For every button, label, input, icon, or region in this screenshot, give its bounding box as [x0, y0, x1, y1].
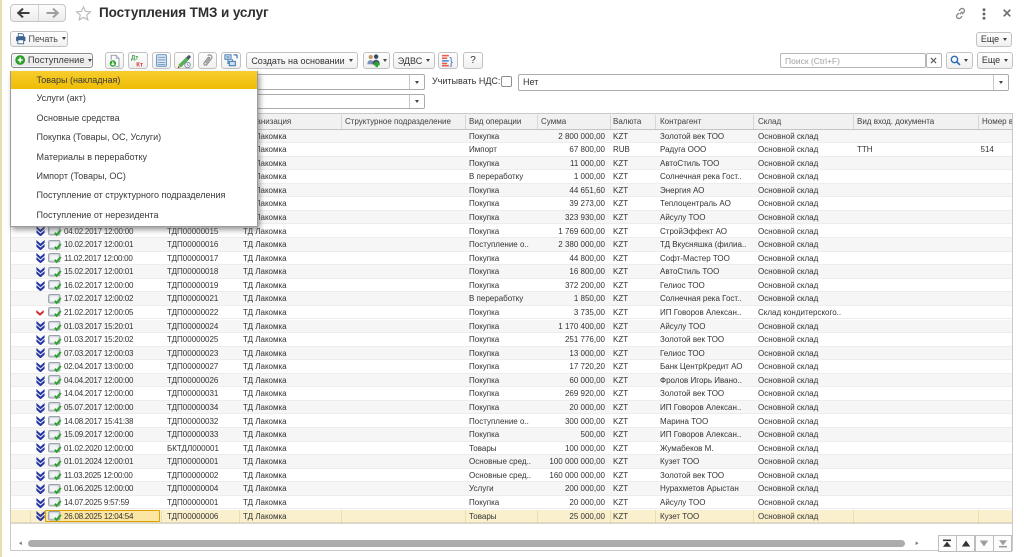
- svg-text:Дт: Дт: [131, 54, 138, 61]
- svg-text:Кт: Кт: [136, 61, 143, 67]
- svg-text:}: }: [449, 56, 453, 67]
